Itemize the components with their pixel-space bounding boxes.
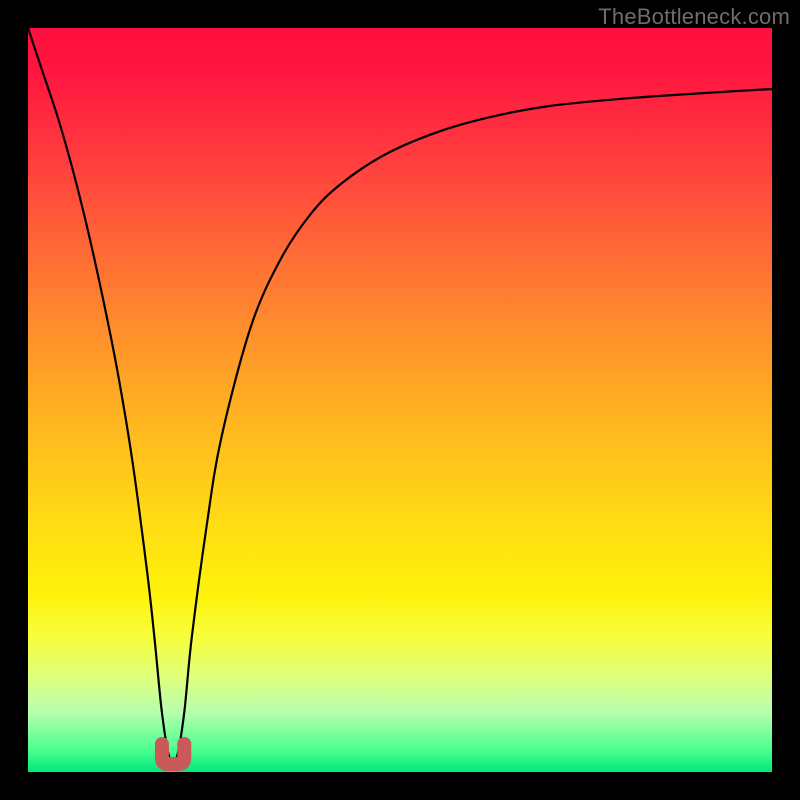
chart-plot-area	[28, 28, 772, 772]
valley-marker	[162, 744, 184, 764]
watermark-text: TheBottleneck.com	[598, 4, 790, 30]
chart-frame: TheBottleneck.com	[0, 0, 800, 800]
chart-svg	[28, 28, 772, 772]
bottleneck-curve	[28, 28, 772, 763]
